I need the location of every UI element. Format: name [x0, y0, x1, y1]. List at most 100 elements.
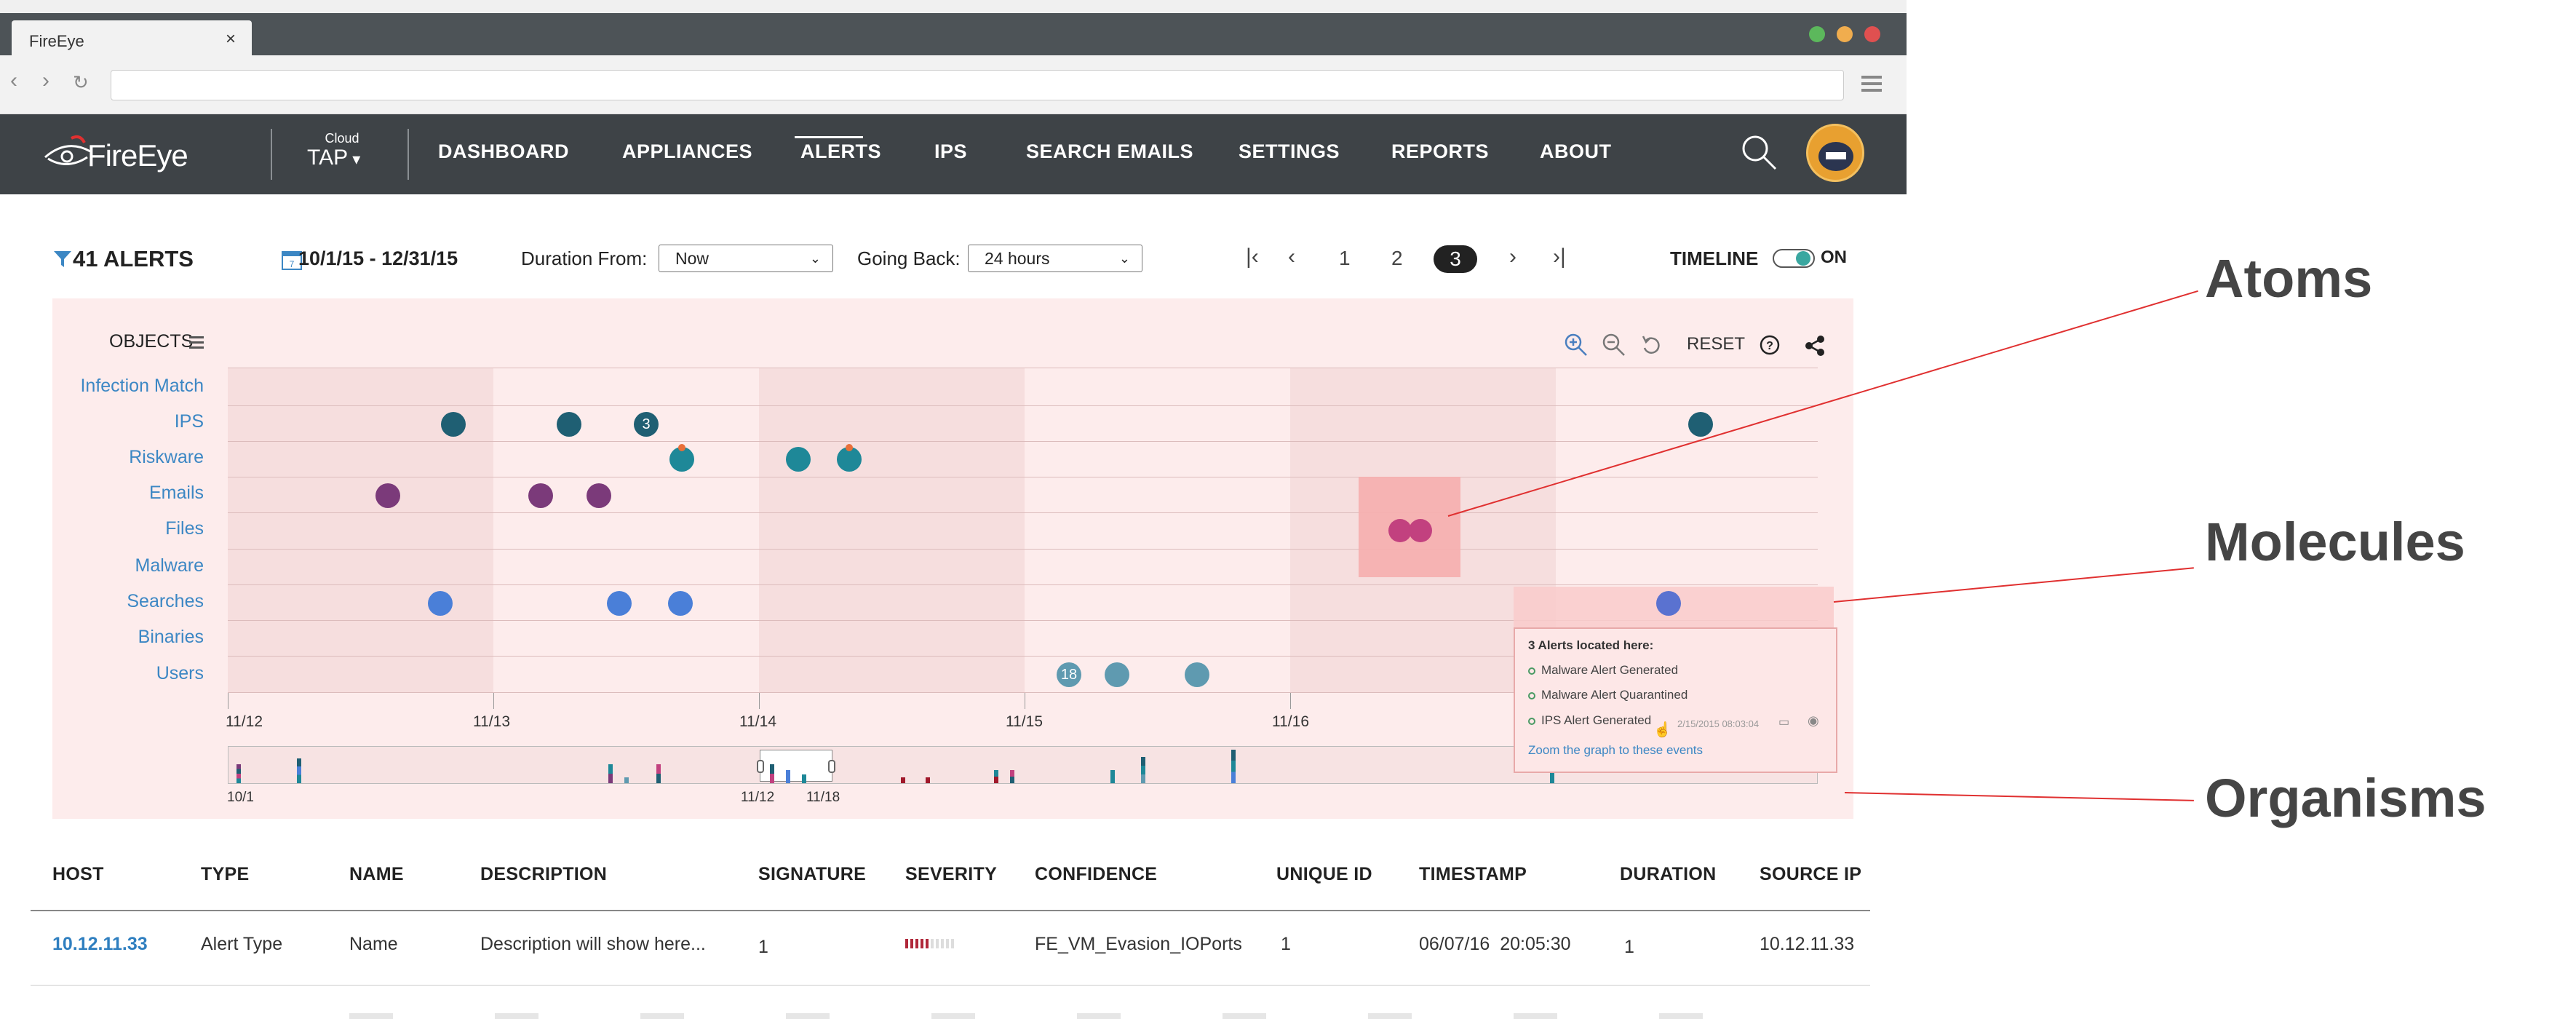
overview-bar	[926, 777, 930, 783]
row-label-malware[interactable]: Malware	[51, 555, 204, 576]
zoom-to-events-link[interactable]: Zoom the graph to these events	[1528, 743, 1703, 758]
ips-event-bubble[interactable]	[1688, 412, 1713, 437]
nav-alerts[interactable]: ALERTS	[800, 140, 881, 163]
file-event-bubble[interactable]	[1409, 519, 1432, 542]
nav-ips[interactable]: IPS	[934, 140, 967, 163]
overview-handle-left[interactable]	[757, 760, 764, 773]
overview-bar	[608, 764, 613, 783]
zoom-out-icon[interactable]	[1601, 332, 1627, 358]
nav-active-indicator	[795, 136, 863, 138]
column-header-confidence[interactable]: CONFIDENCE	[1035, 864, 1157, 885]
duration-select[interactable]: Now ⌄	[659, 245, 833, 272]
ips-event-bubble[interactable]	[557, 412, 581, 437]
reload-icon[interactable]: ↻	[73, 71, 89, 94]
cell-signature: 1	[758, 937, 768, 957]
reset-button[interactable]: RESET	[1687, 334, 1745, 354]
going-back-select[interactable]: 24 hours ⌄	[968, 245, 1142, 272]
user-event-bubble[interactable]	[1185, 662, 1209, 687]
riskware-event-bubble[interactable]	[786, 447, 811, 472]
email-event-bubble[interactable]	[587, 483, 611, 508]
nav-reports[interactable]: REPORTS	[1391, 140, 1489, 163]
row-label-infection-match[interactable]: Infection Match	[51, 376, 204, 397]
column-header-severity[interactable]: SEVERITY	[905, 864, 997, 885]
search-event-bubble[interactable]	[1656, 591, 1681, 616]
row-label-riskware[interactable]: Riskware	[51, 447, 204, 468]
user-event-bubble[interactable]	[1105, 662, 1129, 687]
status-dot-icon	[1528, 692, 1535, 699]
column-header-unique-id[interactable]: UNIQUE ID	[1276, 864, 1372, 885]
minimize-window-icon[interactable]	[1837, 26, 1853, 42]
annotation-organisms: Organisms	[2205, 768, 2486, 828]
going-back-value: 24 hours	[985, 249, 1050, 268]
row-label-ips[interactable]: IPS	[51, 411, 204, 432]
comment-icon[interactable]: ▭	[1778, 715, 1789, 729]
overview-bar	[901, 777, 905, 783]
users-cluster-bubble[interactable]: 18	[1057, 662, 1081, 687]
column-header-duration[interactable]: DURATION	[1620, 864, 1716, 885]
close-tab-icon[interactable]: ×	[226, 29, 236, 49]
row-label-binaries[interactable]: Binaries	[51, 627, 204, 648]
column-header-source-ip[interactable]: SOURCE IP	[1760, 864, 1861, 885]
page-1[interactable]: 1	[1339, 247, 1351, 270]
cell-host-link[interactable]: 10.12.11.33	[52, 934, 148, 955]
ips-cluster-bubble[interactable]: 3	[634, 412, 659, 437]
nav-settings[interactable]: SETTINGS	[1239, 140, 1340, 163]
overview-bar	[786, 770, 790, 783]
next-page-icon[interactable]: ›	[1509, 245, 1516, 269]
search-event-bubble[interactable]	[607, 591, 632, 616]
row-label-users[interactable]: Users	[51, 663, 204, 684]
objects-menu-icon[interactable]	[189, 336, 204, 349]
axis-tick-label: 11/14	[739, 713, 776, 730]
filter-icon[interactable]	[52, 249, 73, 269]
nav-search-emails[interactable]: SEARCH EMAILS	[1026, 140, 1193, 163]
nav-about[interactable]: ABOUT	[1540, 140, 1612, 163]
cell-type: Alert Type	[201, 934, 283, 954]
column-header-signature[interactable]: SIGNATURE	[758, 864, 866, 885]
row-label-searches[interactable]: Searches	[51, 591, 204, 612]
row-label-files[interactable]: Files	[51, 518, 204, 539]
page-2[interactable]: 2	[1391, 247, 1403, 270]
overview-tick-label: 11/18	[806, 790, 840, 805]
axis-tick	[759, 693, 760, 709]
zoom-in-icon[interactable]	[1563, 332, 1589, 358]
avatar[interactable]	[1806, 124, 1864, 182]
address-bar[interactable]	[111, 70, 1844, 100]
share-icon[interactable]	[1805, 335, 1826, 357]
forward-icon[interactable]: ›	[42, 68, 49, 93]
hamburger-icon[interactable]	[1861, 76, 1882, 92]
last-page-icon[interactable]: ›|	[1553, 245, 1566, 269]
popup-item[interactable]: Malware Alert Quarantined	[1541, 688, 1687, 702]
overview-handle-right[interactable]	[828, 760, 835, 773]
column-header-type[interactable]: TYPE	[201, 864, 250, 885]
help-icon[interactable]: ?	[1758, 333, 1781, 357]
first-page-icon[interactable]: |‹	[1246, 245, 1259, 269]
search-event-bubble[interactable]	[668, 591, 693, 616]
objects-label[interactable]: OBJECTS	[109, 331, 193, 352]
close-window-icon[interactable]	[1864, 26, 1880, 42]
nav-appliances[interactable]: APPLIANCES	[622, 140, 752, 163]
ips-event-bubble[interactable]	[441, 412, 466, 437]
search-event-bubble[interactable]	[428, 591, 453, 616]
maximize-window-icon[interactable]	[1809, 26, 1825, 42]
page-3[interactable]: 3	[1434, 245, 1477, 273]
previous-page-icon[interactable]: ‹	[1288, 245, 1295, 269]
column-header-timestamp[interactable]: TIMESTAMP	[1419, 864, 1527, 885]
row-label-emails[interactable]: Emails	[51, 483, 204, 504]
product-switcher[interactable]: TAP ▾	[307, 146, 360, 170]
column-header-host[interactable]: HOST	[52, 864, 104, 885]
column-header-name[interactable]: NAME	[349, 864, 404, 885]
popup-item[interactable]: IPS Alert Generated	[1541, 713, 1651, 728]
logo-text[interactable]: FireEye	[87, 138, 188, 173]
undo-icon[interactable]	[1640, 333, 1663, 357]
column-header-description[interactable]: DESCRIPTION	[480, 864, 607, 885]
email-event-bubble[interactable]	[375, 483, 400, 508]
eye-icon[interactable]: ◉	[1808, 713, 1819, 729]
search-icon[interactable]	[1739, 132, 1780, 173]
row-divider	[228, 584, 1818, 585]
back-icon[interactable]: ‹	[10, 68, 17, 93]
nav-dashboard[interactable]: DASHBOARD	[438, 140, 569, 163]
cell-description: Description will show here...	[480, 934, 706, 954]
popup-item[interactable]: Malware Alert Generated	[1541, 663, 1678, 678]
date-range[interactable]: 10/1/15 - 12/31/15	[298, 247, 458, 270]
email-event-bubble[interactable]	[528, 483, 553, 508]
